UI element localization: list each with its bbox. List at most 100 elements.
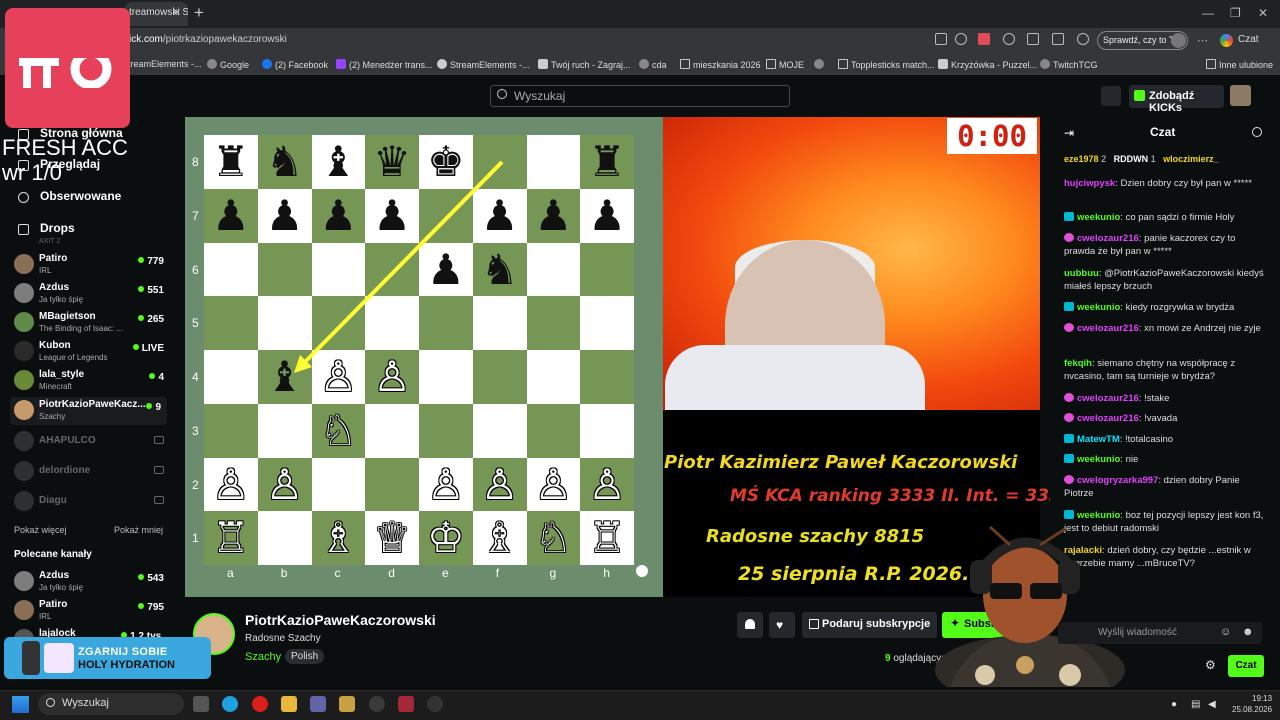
recommended-channel[interactable]: Patiro IRL 795 [14, 597, 174, 625]
chat-username[interactable]: cwelozaur216 [1077, 393, 1139, 404]
chat-badge-icon [1064, 233, 1074, 242]
chat-username[interactable]: hujciwpysk [1064, 178, 1115, 189]
promo-banner[interactable] [4, 637, 211, 679]
bookmark-item[interactable]: MOJE [766, 59, 804, 70]
file-explorer-icon[interactable] [281, 696, 297, 712]
collapse-chat-icon[interactable]: ⇥ [1064, 126, 1074, 140]
app-icon[interactable] [369, 696, 385, 712]
more-icon[interactable]: ⋯ [1197, 34, 1208, 47]
chat-username[interactable]: cwelozaur216 [1077, 323, 1139, 334]
layout-icon[interactable] [1101, 86, 1121, 106]
nav-drops[interactable]: Drops [40, 221, 75, 235]
channel-game: League of Legends [39, 353, 108, 362]
bookmark-item[interactable]: Twój ruch - Zagraj... [538, 59, 631, 70]
league-icon[interactable] [339, 696, 355, 712]
minimize-icon[interactable]: — [1202, 6, 1214, 20]
recommended-channel[interactable]: Azdus Ja tylko śpię 543 [14, 568, 174, 596]
gift-subscriptions-button[interactable]: Podaruj subskrypcje [802, 612, 937, 638]
network-icon[interactable]: ▤ [1191, 699, 1200, 710]
followed-channel[interactable]: lala_style Minecraft 4 [14, 367, 174, 395]
valorant-icon[interactable] [398, 696, 414, 712]
stream-category[interactable]: Szachy [245, 651, 281, 663]
chat-username[interactable]: MatewTM [1077, 434, 1120, 445]
chat-username[interactable]: weekunio [1077, 510, 1120, 521]
chat-username[interactable]: weekunio [1077, 302, 1120, 313]
gift-icon [809, 619, 819, 629]
assistant-label[interactable]: Czat [1238, 34, 1259, 45]
profile-avatar[interactable] [1171, 33, 1186, 48]
followed-channel[interactable]: Azdus Ja tylko śpię 551 [14, 280, 174, 308]
bookmark-item[interactable]: treamElements -... [128, 59, 202, 69]
history-icon[interactable] [1077, 33, 1089, 45]
viewer-count: 9 [146, 402, 161, 413]
followed-channel[interactable]: MBagietson The Binding of Isaac: ... 265 [14, 309, 174, 337]
stream-tag[interactable]: Polish [285, 649, 325, 664]
chess-piece-a1: ♖ [212, 513, 250, 563]
chat-username[interactable]: weekunio [1077, 454, 1120, 465]
windows-start-icon[interactable] [12, 696, 29, 713]
favorites-icon[interactable] [1027, 33, 1039, 45]
users-icon[interactable] [1252, 127, 1262, 137]
new-tab-icon[interactable]: + [194, 3, 204, 23]
channel-name[interactable]: PiotrKazioPaweKaczorowski [245, 612, 436, 628]
bookmark-item[interactable]: (2) Facebook [262, 59, 328, 70]
bookmark-item[interactable]: Google [207, 59, 249, 70]
chess-piece-f1: ♗ [480, 513, 519, 563]
user-avatar[interactable] [1230, 85, 1251, 106]
clock[interactable]: 19:13 25.08.2026 [1232, 693, 1272, 715]
chat-settings-icon[interactable]: ⚙ [1205, 658, 1216, 672]
chat-username[interactable]: cwelogryzarka997 [1077, 475, 1158, 486]
mic-icon[interactable]: ● [1171, 699, 1177, 710]
url-text[interactable]: kick.com/piotrkaziopawekaczorowski [124, 34, 287, 45]
square-d6 [365, 242, 419, 297]
maximize-icon[interactable]: ❐ [1230, 6, 1241, 20]
obs-icon[interactable] [427, 696, 443, 712]
other-bookmarks[interactable]: Inne ulubione [1206, 59, 1273, 70]
task-view-icon[interactable] [193, 696, 209, 712]
bookmark-item[interactable]: mieszkania 2026 [680, 59, 761, 70]
bookmark-item[interactable]: Topplesticks match... [838, 59, 935, 70]
chat-input[interactable]: Wyślij wiadomość [1058, 622, 1262, 644]
file-label: g [549, 566, 557, 580]
followed-channel-active[interactable]: PiotrKazioPaweKacz... Szachy 9 [10, 397, 167, 425]
bookmark-item[interactable]: cda [639, 59, 667, 70]
show-less-link[interactable]: Pokaż mniej [114, 525, 163, 535]
taskbar-search[interactable]: Wyszukaj [38, 693, 184, 715]
offline-channel[interactable]: delordione [14, 458, 174, 486]
chessboard: ♜ ♞ ♝ ♛ ♚ ♜ ♟ ♟ ♟ ♟ ♟ ♟ ♟ ♟ ♞ ♝ ♙ ♙ ♘ ♙ ♙ ♙ ♙ ♙ ♙ ♖ ♗ ♕ ♔ ♗ ♘ ♖ [204, 135, 634, 565]
offline-channel[interactable]: AHAPULCO [14, 428, 174, 456]
star-icon[interactable] [955, 33, 967, 45]
opera-icon[interactable] [252, 696, 268, 712]
show-more-link[interactable]: Pokaż więcej [14, 525, 67, 535]
bookmark-item[interactable]: StreamElements -... [437, 59, 530, 70]
chat-username[interactable]: weekunio [1077, 212, 1120, 223]
collections-icon[interactable] [1052, 33, 1064, 45]
chat-username[interactable]: uubbuu [1064, 268, 1099, 279]
follow-heart-icon[interactable]: ♥ [769, 612, 795, 638]
followed-channel[interactable]: Patiro IRL 779 [14, 251, 174, 279]
bookmark-item[interactable] [814, 59, 827, 70]
volume-icon[interactable]: ◀ [1208, 699, 1216, 710]
bookmark-item[interactable]: TwitchTCG [1040, 59, 1098, 70]
notification-bell-icon[interactable] [737, 612, 763, 638]
chat-username[interactable]: cwelozaur216 [1077, 413, 1139, 424]
chat-username[interactable]: fekqih [1064, 358, 1092, 369]
chat-send-button[interactable]: Czat [1228, 655, 1264, 677]
extension-icon[interactable] [978, 33, 990, 45]
copilot-icon[interactable] [1220, 34, 1233, 47]
offline-channel[interactable]: Diagu [14, 488, 174, 516]
nav-following[interactable]: Obserwowane [40, 189, 121, 203]
square-c2 [311, 457, 366, 512]
close-window-icon[interactable]: ✕ [1258, 6, 1268, 20]
settings-icon[interactable] [1003, 33, 1015, 45]
bookmark-item[interactable]: Krzyżówka - Puzzel... [938, 59, 1037, 70]
reader-icon[interactable] [935, 33, 947, 45]
teams-icon[interactable] [310, 696, 326, 712]
followed-channel[interactable]: Kubon League of Legends LIVE [14, 338, 174, 366]
emote-picker-icon[interactable]: ☺ [1220, 626, 1231, 638]
bookmark-item[interactable]: (2) Menedżer trans... [336, 59, 433, 70]
edge-icon[interactable] [222, 696, 238, 712]
chat-username[interactable]: cwelozaur216 [1077, 233, 1139, 244]
tab-close-icon[interactable]: ✕ [172, 6, 181, 19]
emoji-icon[interactable]: ☻ [1242, 626, 1254, 638]
